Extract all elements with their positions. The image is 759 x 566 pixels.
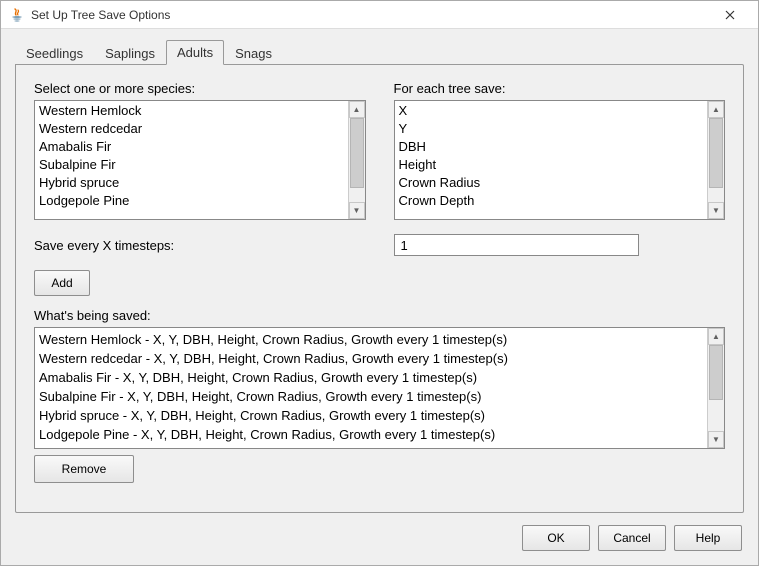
- list-item[interactable]: Amabalis Fir: [39, 138, 344, 156]
- saved-listbox[interactable]: Western Hemlock - X, Y, DBH, Height, Cro…: [34, 327, 725, 449]
- dialog-window: Set Up Tree Save Options Seedlings Sapli…: [0, 0, 759, 566]
- species-listbox[interactable]: Western Hemlock Western redcedar Amabali…: [34, 100, 366, 220]
- tab-seedlings[interactable]: Seedlings: [15, 41, 94, 65]
- scroll-track[interactable]: [708, 118, 724, 202]
- list-item[interactable]: Subalpine Fir - X, Y, DBH, Height, Crown…: [39, 387, 703, 406]
- chevron-up-icon: ▲: [712, 333, 720, 341]
- timestep-label: Save every X timesteps:: [34, 238, 366, 253]
- list-item[interactable]: Height: [399, 156, 704, 174]
- upper-row: Select one or more species: Western Heml…: [34, 81, 725, 220]
- scroll-up-button[interactable]: ▲: [349, 101, 365, 118]
- fields-items: X Y DBH Height Crown Radius Crown Depth: [395, 101, 708, 219]
- help-button[interactable]: Help: [674, 525, 742, 551]
- scroll-track[interactable]: [708, 345, 724, 431]
- tab-saplings[interactable]: Saplings: [94, 41, 166, 65]
- remove-button[interactable]: Remove: [34, 455, 134, 483]
- content-area: Seedlings Saplings Adults Snags Select o…: [1, 29, 758, 513]
- list-item[interactable]: Crown Depth: [399, 192, 704, 210]
- fields-scrollbar[interactable]: ▲ ▼: [707, 101, 724, 219]
- chevron-up-icon: ▲: [353, 106, 361, 114]
- ok-button[interactable]: OK: [522, 525, 590, 551]
- close-icon: [725, 10, 735, 20]
- species-scrollbar[interactable]: ▲ ▼: [348, 101, 365, 219]
- scroll-down-button[interactable]: ▼: [708, 431, 724, 448]
- titlebar: Set Up Tree Save Options: [1, 1, 758, 29]
- list-item[interactable]: DBH: [399, 138, 704, 156]
- scroll-up-button[interactable]: ▲: [708, 101, 724, 118]
- scroll-down-button[interactable]: ▼: [349, 202, 365, 219]
- tab-snags[interactable]: Snags: [224, 41, 283, 65]
- species-label: Select one or more species:: [34, 81, 366, 96]
- java-icon: [9, 7, 25, 23]
- list-item[interactable]: Lodgepole Pine - X, Y, DBH, Height, Crow…: [39, 425, 703, 444]
- chevron-up-icon: ▲: [712, 106, 720, 114]
- button-bar: OK Cancel Help: [1, 513, 758, 565]
- list-item[interactable]: Western Hemlock - X, Y, DBH, Height, Cro…: [39, 330, 703, 349]
- list-item[interactable]: Y: [399, 120, 704, 138]
- fields-listbox[interactable]: X Y DBH Height Crown Radius Crown Depth …: [394, 100, 726, 220]
- tab-panel: Select one or more species: Western Heml…: [15, 64, 744, 513]
- list-item[interactable]: Western redcedar - X, Y, DBH, Height, Cr…: [39, 349, 703, 368]
- timestep-row: Save every X timesteps:: [34, 234, 725, 256]
- titlebar-left: Set Up Tree Save Options: [9, 7, 170, 23]
- cancel-button[interactable]: Cancel: [598, 525, 666, 551]
- window-close-button[interactable]: [710, 3, 750, 27]
- list-item[interactable]: Lodgepole Pine: [39, 192, 344, 210]
- tab-row: Seedlings Saplings Adults Snags: [15, 39, 744, 64]
- list-item[interactable]: Western Hemlock: [39, 102, 344, 120]
- list-item[interactable]: Amabalis Fir - X, Y, DBH, Height, Crown …: [39, 368, 703, 387]
- chevron-down-icon: ▼: [712, 207, 720, 215]
- scroll-thumb[interactable]: [709, 118, 723, 188]
- saved-items: Western Hemlock - X, Y, DBH, Height, Cro…: [35, 328, 707, 448]
- list-item[interactable]: Crown Radius: [399, 174, 704, 192]
- saved-label: What's being saved:: [34, 308, 725, 323]
- window-title: Set Up Tree Save Options: [31, 8, 170, 22]
- tab-adults[interactable]: Adults: [166, 40, 224, 65]
- species-items: Western Hemlock Western redcedar Amabali…: [35, 101, 348, 219]
- list-item[interactable]: X: [399, 102, 704, 120]
- list-item[interactable]: Subalpine Fir: [39, 156, 344, 174]
- list-item[interactable]: Hybrid spruce: [39, 174, 344, 192]
- scroll-down-button[interactable]: ▼: [708, 202, 724, 219]
- list-item[interactable]: Hybrid spruce - X, Y, DBH, Height, Crown…: [39, 406, 703, 425]
- timestep-input[interactable]: [394, 234, 639, 256]
- add-button[interactable]: Add: [34, 270, 90, 296]
- fields-column: For each tree save: X Y DBH Height Crown…: [394, 81, 726, 220]
- chevron-down-icon: ▼: [712, 436, 720, 444]
- scroll-thumb[interactable]: [350, 118, 364, 188]
- timestep-input-wrap: [394, 234, 726, 256]
- fields-label: For each tree save:: [394, 81, 726, 96]
- saved-scrollbar[interactable]: ▲ ▼: [707, 328, 724, 448]
- scroll-up-button[interactable]: ▲: [708, 328, 724, 345]
- scroll-thumb[interactable]: [709, 345, 723, 400]
- species-column: Select one or more species: Western Heml…: [34, 81, 366, 220]
- list-item[interactable]: Western redcedar: [39, 120, 344, 138]
- scroll-track[interactable]: [349, 118, 365, 202]
- chevron-down-icon: ▼: [353, 207, 361, 215]
